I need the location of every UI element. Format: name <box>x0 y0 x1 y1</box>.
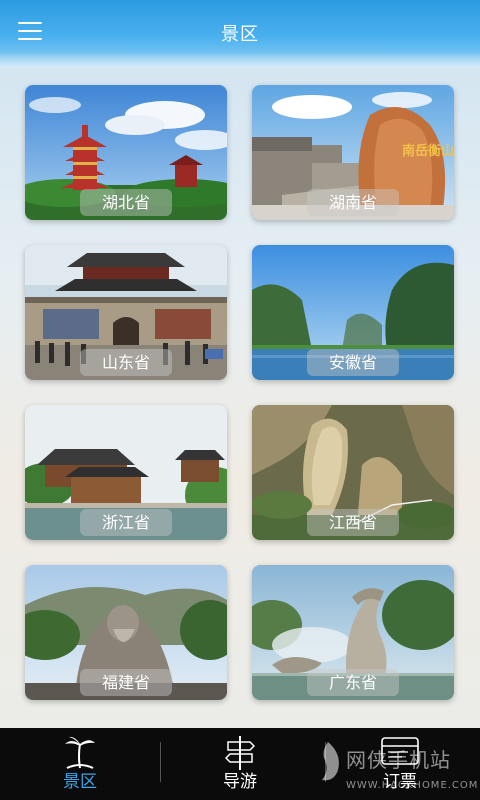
province-label: 广东省 <box>307 669 399 696</box>
hunan-rock-inscription: 南岳衡山 <box>402 143 454 159</box>
watermark-url: WWW.HACKHOME.COM <box>346 780 479 791</box>
province-label: 安徽省 <box>307 349 399 376</box>
watermark-logo-icon <box>322 742 339 781</box>
tab-divider <box>160 742 161 782</box>
province-card-anhui[interactable]: 安徽省 <box>252 245 454 380</box>
signpost-icon <box>225 736 255 770</box>
province-label: 山东省 <box>80 349 172 376</box>
province-card-hunan[interactable]: 南岳衡山 湖南省 <box>252 85 454 220</box>
tab-label: 景区 <box>63 772 97 792</box>
tab-guide[interactable]: 导游 <box>160 728 320 800</box>
province-card-fujian[interactable]: 福建省 <box>25 565 227 700</box>
watermark: 网侠手机站 WWW.HACKHOME.COM <box>310 732 480 798</box>
province-label: 湖南省 <box>307 189 399 216</box>
province-label: 福建省 <box>80 669 172 696</box>
province-card-hubei[interactable]: 湖北省 <box>25 85 227 220</box>
watermark-text: 网侠手机站 <box>346 748 451 772</box>
tab-scenic[interactable]: 景区 <box>0 728 160 800</box>
province-card-zhejiang[interactable]: 浙江省 <box>25 405 227 540</box>
province-label: 湖北省 <box>80 189 172 216</box>
province-label: 江西省 <box>307 509 399 536</box>
scenic-palm-icon <box>65 736 95 769</box>
province-grid: 湖北省 南岳衡山 湖南省 山东省 安徽省 浙江省 江西省 福建省 广东省 <box>0 0 480 728</box>
province-card-shandong[interactable]: 山东省 <box>25 245 227 380</box>
province-card-jiangxi[interactable]: 江西省 <box>252 405 454 540</box>
province-card-guangdong[interactable]: 广东省 <box>252 565 454 700</box>
province-label: 浙江省 <box>80 509 172 536</box>
